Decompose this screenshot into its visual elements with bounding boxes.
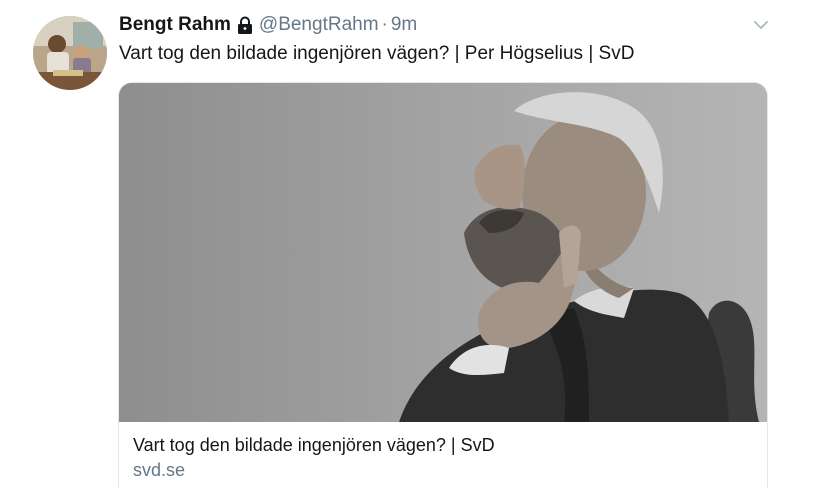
portrait-photo [119, 83, 767, 422]
separator-dot: · [381, 14, 388, 35]
avatar-photo [33, 16, 107, 90]
tweet-header: Bengt Rahm @BengtRahm · 9m [119, 12, 417, 38]
link-card[interactable]: Vart tog den bildade ingenjören vägen? |… [118, 82, 768, 488]
author-name[interactable]: Bengt Rahm [119, 14, 231, 36]
avatar[interactable] [33, 16, 107, 90]
card-image[interactable] [119, 83, 767, 422]
tweet[interactable]: Bengt Rahm @BengtRahm · 9m Vart tog den … [0, 0, 840, 488]
card-title[interactable]: Vart tog den bildade ingenjören vägen? |… [133, 435, 495, 456]
author-handle[interactable]: @BengtRahm [259, 14, 379, 36]
card-domain[interactable]: svd.se [133, 460, 185, 481]
chevron-down-icon[interactable] [752, 18, 770, 32]
tweet-text: Vart tog den bildade ingenjören vägen? |… [119, 43, 635, 64]
lock-icon [237, 16, 253, 34]
timestamp[interactable]: 9m [391, 14, 417, 36]
